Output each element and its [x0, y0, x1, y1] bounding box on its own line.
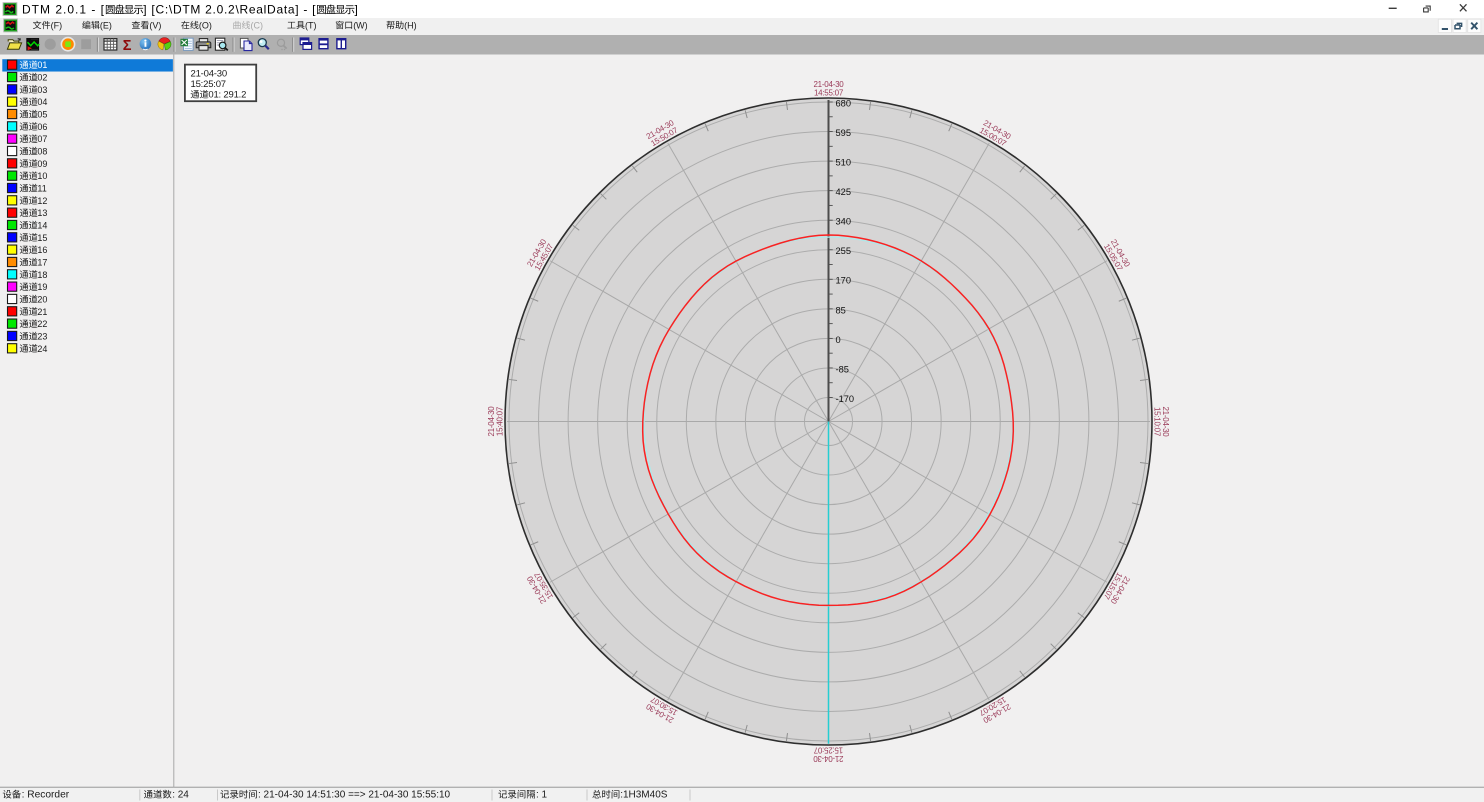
svg-text:03: 03	[37, 85, 47, 95]
svg-text:12: 12	[37, 196, 47, 206]
svg-text:(O): (O)	[199, 20, 212, 30]
svg-text:DTM 2.0.1 - [: DTM 2.0.1 - [	[22, 2, 105, 16]
svg-text:: 21-04-30 14:51:30 ==> 21-04: : 21-04-30 14:51:30 ==> 21-04-30 15:55:1…	[258, 790, 451, 801]
svg-text:-85: -85	[836, 364, 849, 374]
svg-text:18: 18	[37, 270, 47, 280]
svg-text:] [C:\DTM 2.0.2\RealData] - [: ] [C:\DTM 2.0.2\RealData] - [	[143, 2, 316, 16]
svg-text:22: 22	[37, 319, 47, 329]
svg-text:20: 20	[37, 294, 47, 304]
svg-text:85: 85	[836, 305, 846, 315]
svg-text:01: 01	[37, 60, 47, 70]
svg-text:340: 340	[836, 217, 852, 227]
svg-text:425: 425	[836, 187, 852, 197]
svg-text:15:40:07: 15:40:07	[495, 406, 504, 436]
svg-text:21-04-30: 21-04-30	[191, 69, 227, 80]
svg-text:0: 0	[836, 335, 841, 345]
svg-text:Σ: Σ	[123, 38, 132, 54]
svg-text:16: 16	[37, 245, 47, 255]
svg-text:01: 291.2: 01: 291.2	[208, 90, 246, 101]
svg-text:15: 15	[37, 233, 47, 243]
svg-text:-170: -170	[836, 394, 855, 404]
svg-text:07: 07	[37, 134, 47, 144]
svg-text:11: 11	[37, 184, 46, 194]
svg-text:510: 510	[836, 158, 852, 168]
svg-text:02: 02	[37, 73, 47, 83]
svg-text:(E): (E)	[100, 20, 112, 30]
svg-text:255: 255	[836, 246, 852, 256]
svg-text:(V): (V)	[149, 20, 161, 30]
svg-text:14:55:07: 14:55:07	[814, 88, 844, 97]
svg-text:06: 06	[37, 122, 47, 132]
svg-text:595: 595	[836, 128, 852, 138]
svg-text:: 24: : 24	[172, 790, 189, 801]
svg-text:15:10:07: 15:10:07	[1153, 407, 1162, 437]
svg-text::1H3M40S: :1H3M40S	[620, 790, 668, 801]
svg-text:04: 04	[37, 97, 47, 107]
svg-text:13: 13	[37, 208, 47, 218]
svg-text:15:25:07: 15:25:07	[191, 79, 226, 90]
svg-text:09: 09	[37, 159, 47, 169]
svg-text:15:25:07: 15:25:07	[813, 746, 843, 755]
svg-text:: 1: : 1	[536, 790, 548, 801]
svg-text:08: 08	[37, 147, 47, 157]
svg-text:17: 17	[37, 257, 47, 267]
svg-text:05: 05	[37, 110, 47, 120]
svg-text:(H): (H)	[404, 20, 417, 30]
svg-text:19: 19	[37, 282, 47, 292]
svg-text:(C): (C)	[251, 20, 264, 30]
svg-text:14: 14	[37, 220, 47, 230]
svg-text:: Recorder: : Recorder	[22, 790, 70, 801]
svg-text:(W): (W)	[353, 20, 368, 30]
svg-text:(F): (F)	[51, 20, 63, 30]
svg-text:21: 21	[37, 307, 47, 317]
svg-text:24: 24	[37, 344, 47, 354]
svg-text:23: 23	[37, 331, 47, 341]
svg-text:680: 680	[836, 98, 852, 108]
svg-text:]: ]	[355, 2, 359, 16]
svg-text:10: 10	[37, 171, 47, 181]
svg-text:(T): (T)	[305, 20, 317, 30]
svg-text:170: 170	[836, 276, 852, 286]
